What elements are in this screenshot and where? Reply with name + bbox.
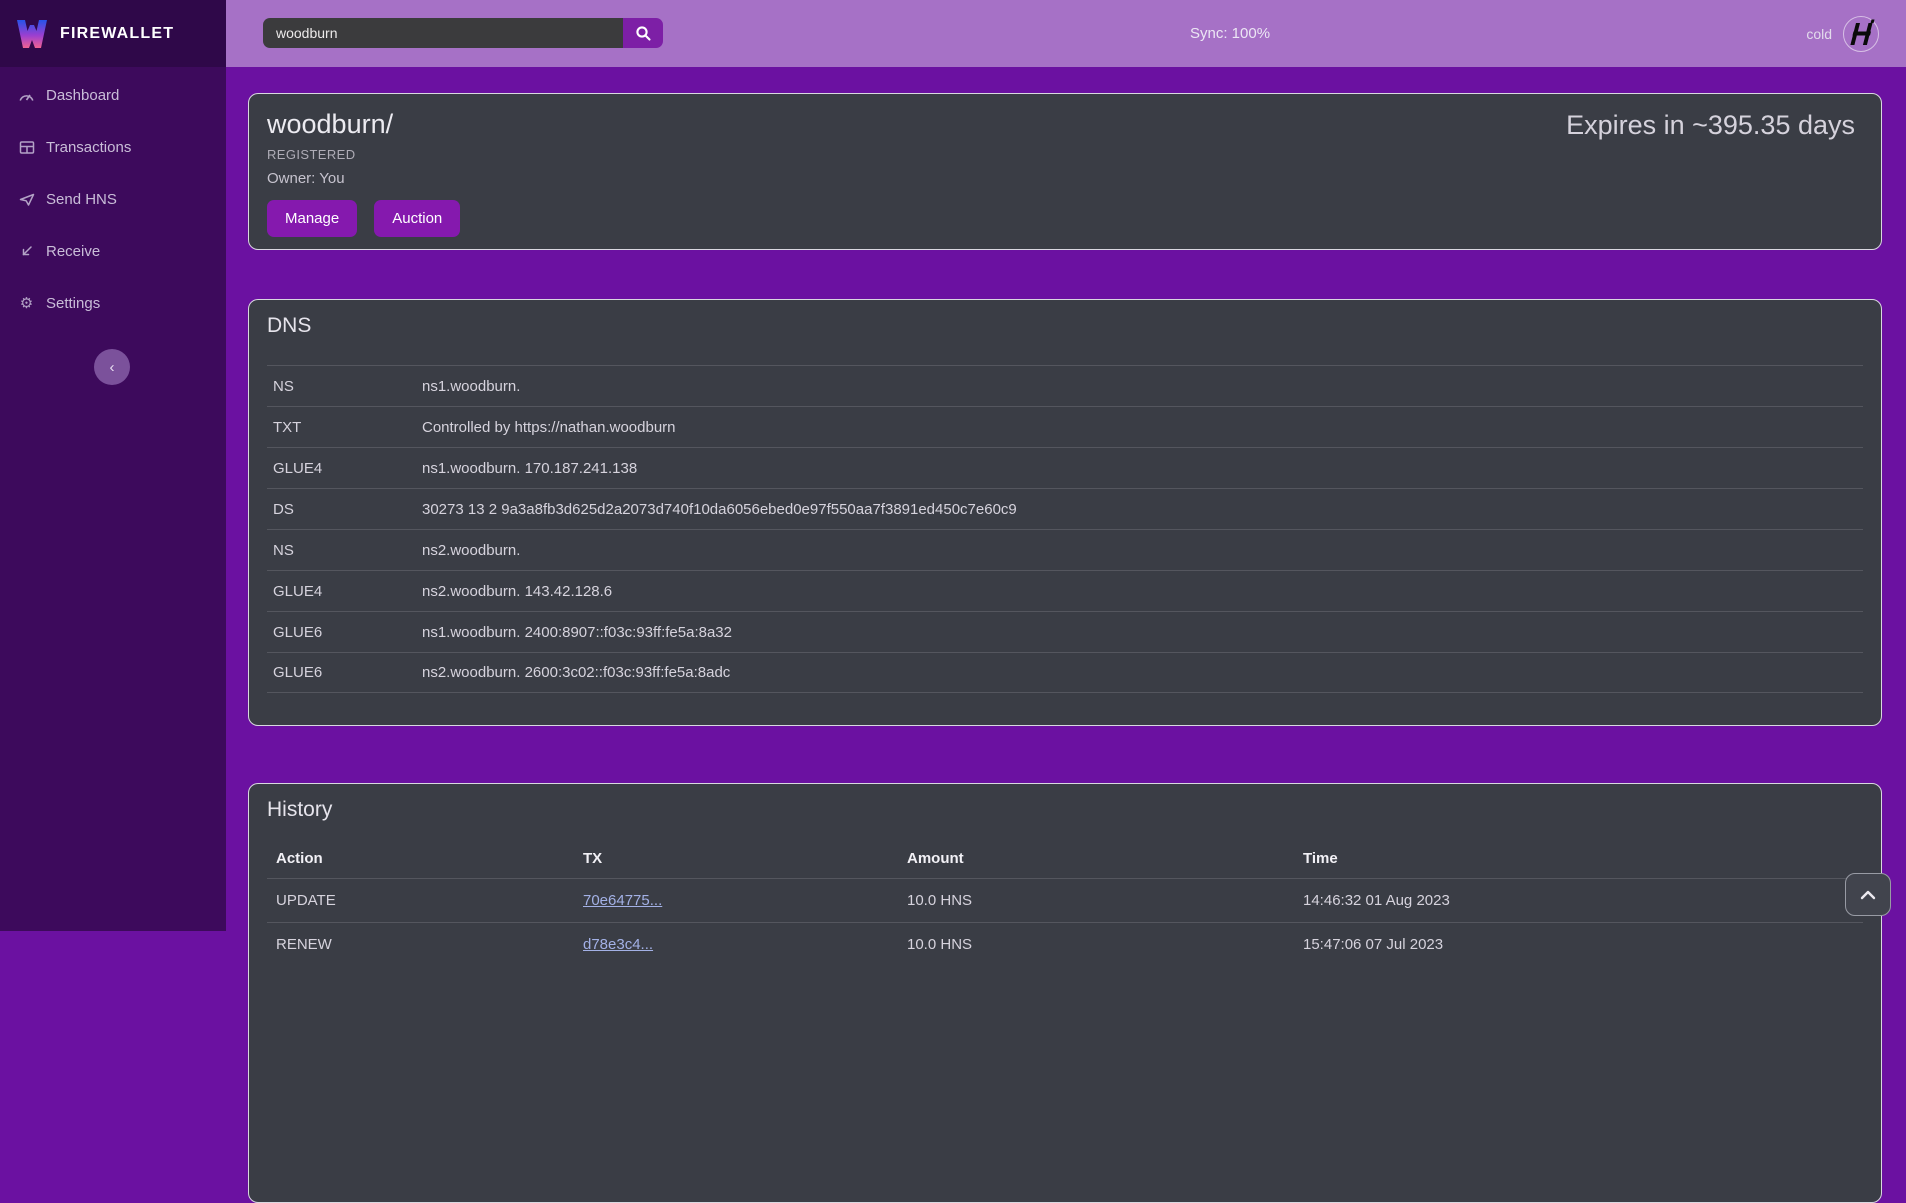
chevron-up-icon: [1860, 890, 1876, 900]
dns-record-row: GLUE4 ns2.woodburn. 143.42.128.6: [267, 570, 1863, 611]
history-amount: 10.0 HNS: [907, 892, 1303, 909]
sidebar-collapse-button[interactable]: ‹: [94, 349, 130, 385]
dns-record-value: ns2.woodburn. 2600:3c02::f03c:93ff:fe5a:…: [422, 664, 1863, 681]
history-card-title: History: [267, 798, 1863, 822]
dns-record-type: GLUE6: [273, 624, 422, 641]
dns-record-type: DS: [273, 501, 422, 518]
expiry-label: Expires in ~395.35 days: [1566, 110, 1855, 141]
dns-record-value: Controlled by https://nathan.woodburn: [422, 419, 1863, 436]
dns-record-type: GLUE4: [273, 583, 422, 600]
sidebar-item-dashboard[interactable]: Dashboard: [0, 69, 226, 121]
tx-link[interactable]: 70e64775...: [583, 892, 662, 909]
scroll-to-top-button[interactable]: [1845, 873, 1891, 916]
brand-header: FIREWALLET: [0, 0, 226, 67]
domain-owner: Owner: You: [267, 170, 1863, 187]
column-header-amount: Amount: [907, 850, 1303, 867]
history-card: History Action TX Amount Time UPDATE 70e…: [248, 783, 1882, 1203]
sidebar-item-label: Transactions: [46, 139, 131, 156]
dns-record-type: NS: [273, 378, 422, 395]
history-row: UPDATE 70e64775... 10.0 HNS 14:46:32 01 …: [267, 878, 1863, 922]
dns-record-row: NS ns1.woodburn.: [267, 365, 1863, 406]
search-icon: [635, 25, 652, 42]
history-time: 14:46:32 01 Aug 2023: [1303, 892, 1863, 909]
dns-record-type: GLUE4: [273, 460, 422, 477]
domain-actions: Manage Auction: [267, 200, 1863, 237]
dns-record-row: TXT Controlled by https://nathan.woodbur…: [267, 406, 1863, 447]
sidebar-item-receive[interactable]: Receive: [0, 225, 226, 277]
wallet-selector[interactable]: cold: [1806, 0, 1880, 67]
dns-record-value: ns1.woodburn.: [422, 378, 1863, 395]
gear-icon: ⚙: [18, 294, 35, 312]
send-icon: [18, 192, 35, 207]
dns-record-value: ns1.woodburn. 2400:8907::f03c:93ff:fe5a:…: [422, 624, 1863, 641]
chevron-left-icon: ‹: [110, 359, 115, 376]
dns-record-value: 30273 13 2 9a3a8fb3d625d2a2073d740f10da6…: [422, 501, 1863, 518]
sidebar: FIREWALLET Dashboard Transactions: [0, 0, 226, 931]
search-button[interactable]: [623, 18, 663, 48]
sidebar-item-label: Send HNS: [46, 191, 117, 208]
history-table: Action TX Amount Time UPDATE 70e64775...…: [267, 838, 1863, 966]
dns-record-row: NS ns2.woodburn.: [267, 529, 1863, 570]
sidebar-item-settings[interactable]: ⚙ Settings: [0, 277, 226, 329]
brand-name: FIREWALLET: [60, 25, 174, 43]
firewallet-logo-icon: [14, 18, 50, 50]
sync-status: Sync: 100%: [1190, 0, 1270, 67]
dns-record-type: GLUE6: [273, 664, 422, 681]
tx-link[interactable]: d78e3c4...: [583, 936, 653, 953]
dns-record-type: NS: [273, 542, 422, 559]
receive-icon: [18, 244, 35, 259]
sidebar-item-send-hns[interactable]: Send HNS: [0, 173, 226, 225]
column-header-tx: TX: [583, 850, 907, 867]
topbar: Sync: 100% cold: [226, 0, 1906, 67]
history-time: 15:47:06 07 Jul 2023: [1303, 936, 1863, 953]
domain-card: woodburn/ REGISTERED Owner: You Manage A…: [248, 93, 1882, 250]
wallet-name: cold: [1806, 26, 1832, 42]
dns-record-row: DS 30273 13 2 9a3a8fb3d625d2a2073d740f10…: [267, 488, 1863, 529]
dns-record-value: ns2.woodburn. 143.42.128.6: [422, 583, 1863, 600]
domain-status: REGISTERED: [267, 147, 1863, 162]
search-bar: [263, 18, 663, 48]
dns-record-type: TXT: [273, 419, 422, 436]
sidebar-item-label: Dashboard: [46, 87, 119, 104]
dns-record-value: ns1.woodburn. 170.187.241.138: [422, 460, 1863, 477]
dns-record-row: GLUE4 ns1.woodburn. 170.187.241.138: [267, 447, 1863, 488]
handshake-logo-icon: [1842, 15, 1880, 53]
history-action: UPDATE: [276, 892, 583, 909]
table-icon: [18, 140, 35, 155]
history-amount: 10.0 HNS: [907, 936, 1303, 953]
dns-card-title: DNS: [267, 314, 1863, 338]
dns-card: DNS NS ns1.woodburn. TXT Controlled by h…: [248, 299, 1882, 726]
dns-record-row: GLUE6 ns1.woodburn. 2400:8907::f03c:93ff…: [267, 611, 1863, 652]
dns-table: NS ns1.woodburn. TXT Controlled by https…: [267, 365, 1863, 693]
column-header-action: Action: [276, 850, 583, 867]
dns-record-row: GLUE6 ns2.woodburn. 2600:3c02::f03c:93ff…: [267, 652, 1863, 693]
sidebar-item-label: Receive: [46, 243, 100, 260]
manage-button[interactable]: Manage: [267, 200, 357, 237]
gauge-icon: [18, 88, 35, 103]
sidebar-menu: Dashboard Transactions Send HNS: [0, 67, 226, 329]
sidebar-item-label: Settings: [46, 295, 100, 312]
history-row: RENEW d78e3c4... 10.0 HNS 15:47:06 07 Ju…: [267, 922, 1863, 966]
history-header-row: Action TX Amount Time: [267, 838, 1863, 878]
history-action: RENEW: [276, 936, 583, 953]
sidebar-item-transactions[interactable]: Transactions: [0, 121, 226, 173]
column-header-time: Time: [1303, 850, 1863, 867]
auction-button[interactable]: Auction: [374, 200, 460, 237]
dns-record-value: ns2.woodburn.: [422, 542, 1863, 559]
search-input[interactable]: [263, 18, 623, 48]
